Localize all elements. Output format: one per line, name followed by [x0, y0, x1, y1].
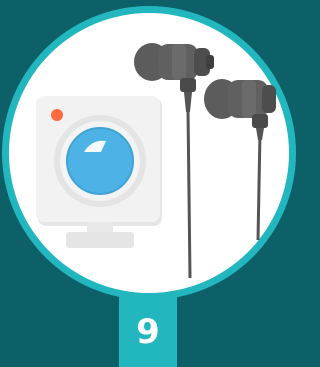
- camera-led-icon: [51, 109, 63, 121]
- badge-scene: 9: [0, 0, 298, 367]
- number-tab: 9: [119, 293, 177, 367]
- badge-number: 9: [136, 312, 160, 352]
- webcam-icon: [36, 96, 162, 248]
